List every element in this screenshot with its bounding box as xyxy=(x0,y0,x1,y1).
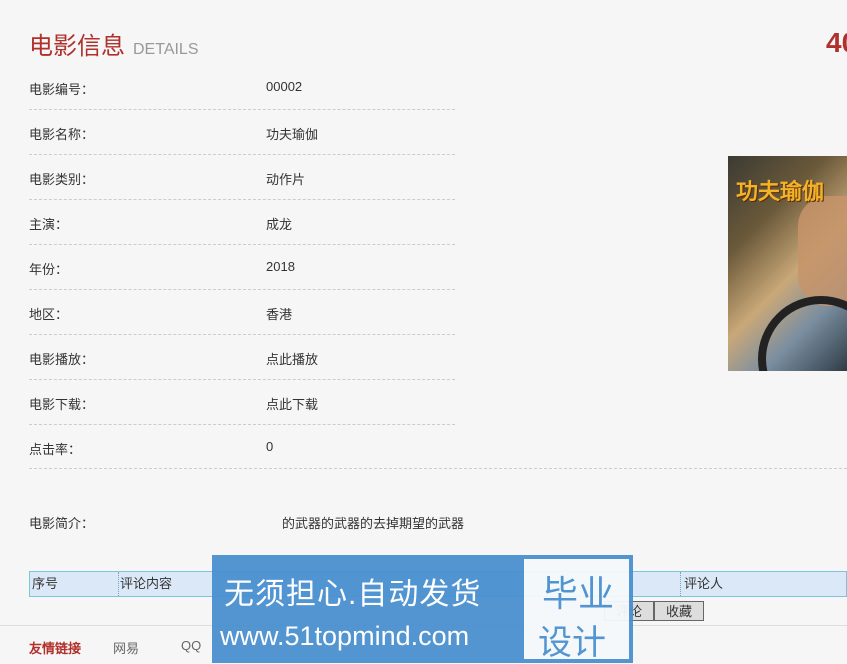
detail-label: 电影下载： xyxy=(29,397,95,412)
page-title-en: DETAILS xyxy=(133,41,199,58)
footer-links-title: 友情链接 xyxy=(29,641,82,656)
footer-link-163[interactable]: 网易 xyxy=(113,638,139,657)
detail-value: 0 xyxy=(266,439,274,454)
watermark-line1: 无须担心.自动发货 xyxy=(224,578,482,611)
movie-poster: 功夫瑜伽 xyxy=(728,156,847,371)
detail-row-genre: 电影类别： 动作片 xyxy=(29,154,455,200)
detail-row-id: 电影编号： 00002 xyxy=(29,64,455,110)
poster-face xyxy=(798,196,847,306)
detail-value: 功夫瑜伽 xyxy=(266,127,319,142)
page-title-cn: 电影信息 xyxy=(29,33,125,60)
watermark-banner: 无须担心.自动发货 www.51topmind.com 毕业 设计 xyxy=(212,555,633,663)
poster-title: 功夫瑜伽 xyxy=(736,179,825,205)
detail-label: 年份： xyxy=(29,262,69,277)
watermark-logo-box: 毕业 设计 xyxy=(524,559,629,662)
detail-value: 动作片 xyxy=(266,172,306,187)
detail-label: 电影播放： xyxy=(29,352,95,367)
watermark-line2: www.51topmind.com xyxy=(220,621,470,651)
col-index: 序号 xyxy=(30,572,119,596)
detail-label: 主演： xyxy=(29,217,69,232)
detail-value: 00002 xyxy=(266,79,303,94)
detail-value: 成龙 xyxy=(266,217,293,232)
detail-value: 香港 xyxy=(266,307,293,322)
col-author: 评论人 xyxy=(684,576,724,591)
detail-row-hits: 点击率： 0 xyxy=(29,424,455,469)
detail-label: 电影名称： xyxy=(29,127,95,142)
page-title: 电影信息 DETAILS xyxy=(29,26,199,61)
detail-row-play: 电影播放： 点此播放 xyxy=(29,334,455,380)
detail-value: 2018 xyxy=(266,259,295,274)
detail-label: 地区： xyxy=(29,307,69,322)
detail-label: 电影编号： xyxy=(29,82,95,97)
poster-wheel xyxy=(758,296,847,371)
download-link[interactable]: 点此下载 xyxy=(266,394,318,413)
play-link[interactable]: 点此播放 xyxy=(266,349,318,368)
detail-row-name: 电影名称： 功夫瑜伽 xyxy=(29,109,455,155)
favorite-button[interactable]: 收藏 xyxy=(654,601,704,621)
section-divider xyxy=(29,468,847,469)
detail-row-year: 年份： 2018 xyxy=(29,244,455,290)
intro-text: 的武器的武器的去掉期望的武器 xyxy=(282,516,465,531)
watermark-box-line1: 毕业 xyxy=(542,573,615,614)
watermark-box-line2: 设计 xyxy=(538,624,606,662)
detail-row-download: 电影下载： 点此下载 xyxy=(29,379,455,425)
corner-text: 40 xyxy=(826,27,847,58)
detail-row-star: 主演： 成龙 xyxy=(29,199,455,245)
detail-row-region: 地区： 香港 xyxy=(29,289,455,335)
detail-label: 点击率： xyxy=(29,442,82,457)
detail-label: 电影类别： xyxy=(29,172,95,187)
footer-link-qq[interactable]: QQ xyxy=(181,638,201,653)
intro-label: 电影简介： xyxy=(29,516,95,531)
